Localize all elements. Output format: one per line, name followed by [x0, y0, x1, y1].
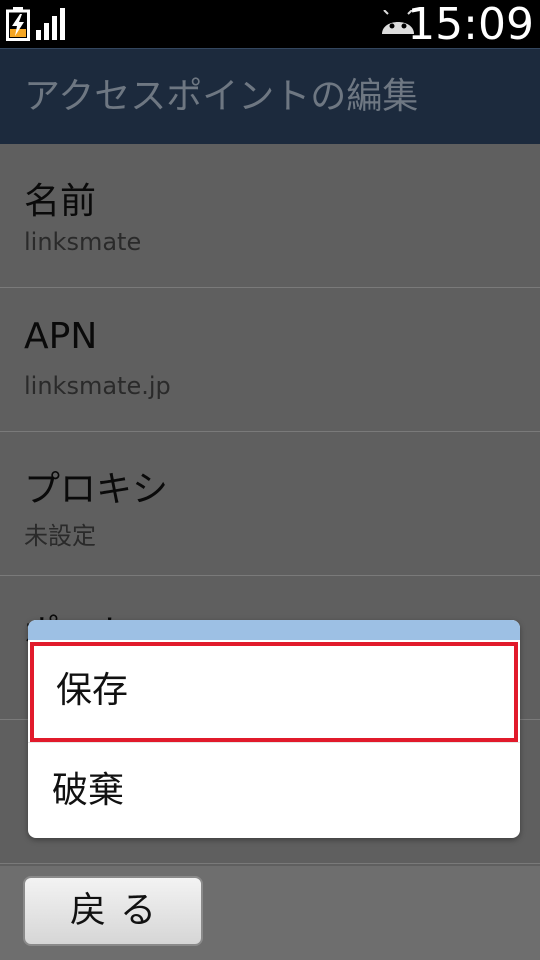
status-bar: 15:09	[0, 0, 540, 50]
setting-item-apn[interactable]: APN linksmate.jp	[0, 288, 540, 432]
clock: 15:09	[407, 0, 534, 50]
setting-value: 未設定	[24, 522, 96, 550]
menu-header	[28, 620, 520, 640]
page-title: アクセスポイントの編集	[24, 76, 419, 117]
discard-menu-item[interactable]: 破棄	[28, 742, 520, 838]
setting-value: linksmate.jp	[24, 372, 171, 400]
options-menu: 保存 破棄	[28, 620, 520, 838]
save-menu-item[interactable]: 保存	[30, 642, 518, 742]
setting-title: APN	[24, 316, 98, 357]
setting-title: 名前	[24, 181, 97, 222]
bottom-bar: 戻る	[0, 866, 540, 960]
apn-edit-screen: 15:09 アクセスポイントの編集 名前 linksmate APN links…	[0, 0, 540, 960]
battery-charging-icon	[6, 7, 30, 41]
title-bar: アクセスポイントの編集	[0, 48, 540, 145]
setting-value: linksmate	[24, 228, 142, 256]
setting-item-proxy[interactable]: プロキシ 未設定	[0, 432, 540, 576]
setting-title: プロキシ	[24, 469, 169, 510]
setting-item-name[interactable]: 名前 linksmate	[0, 144, 540, 288]
signal-icon	[36, 8, 65, 40]
back-button[interactable]: 戻る	[23, 876, 203, 946]
